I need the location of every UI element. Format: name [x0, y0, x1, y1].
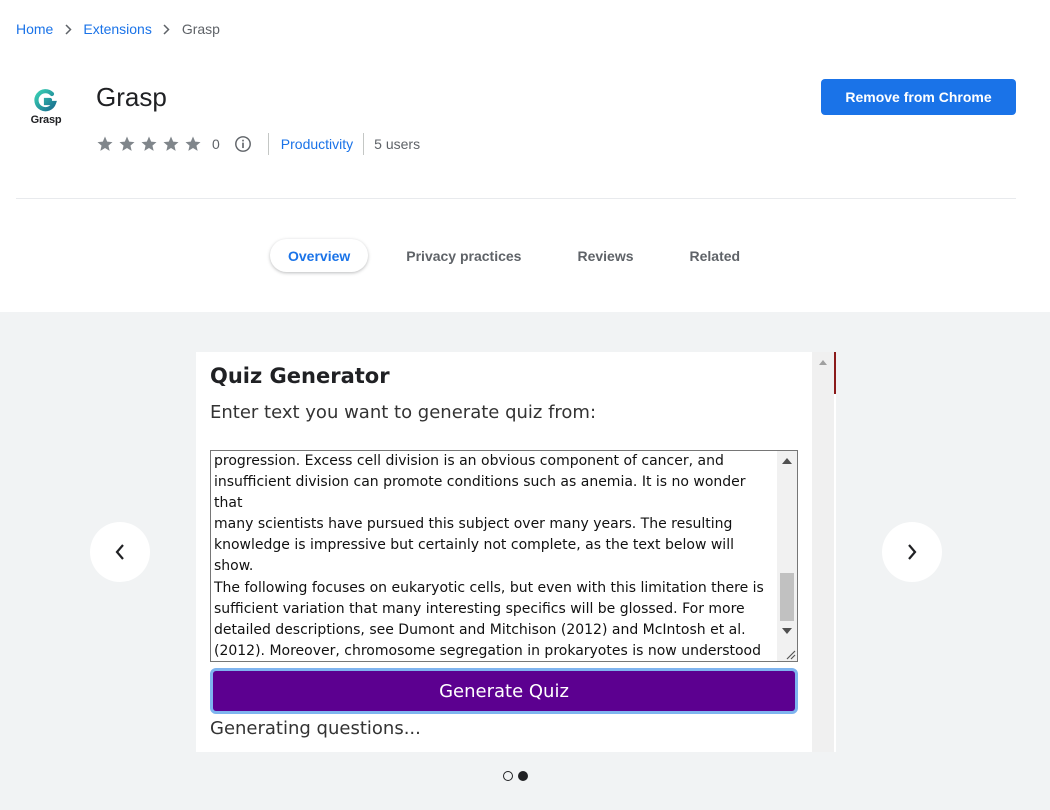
- popup-edge: [834, 352, 836, 394]
- quiz-subtitle: Enter text you want to generate quiz fro…: [210, 402, 597, 423]
- carousel-dot[interactable]: [503, 771, 513, 781]
- next-slide-button[interactable]: [882, 522, 942, 582]
- meta-divider: [363, 133, 365, 155]
- star-icon: [141, 136, 157, 151]
- textarea-line: many scientists have pursued this subjec…: [214, 516, 733, 533]
- rating-count: 0: [212, 136, 220, 152]
- carousel-dot-active[interactable]: [518, 771, 528, 781]
- meta-divider: [267, 133, 269, 155]
- resize-handle-icon[interactable]: [784, 648, 796, 660]
- info-icon[interactable]: [234, 135, 252, 153]
- tab-reviews[interactable]: Reviews: [559, 239, 651, 272]
- chevron-right-icon: [63, 22, 73, 36]
- carousel-indicators: [503, 771, 528, 781]
- chevron-left-icon: [115, 544, 124, 560]
- header-divider: [16, 198, 1016, 199]
- category-link[interactable]: Productivity: [281, 136, 353, 152]
- tab-bar: Overview Privacy practices Reviews Relat…: [270, 239, 758, 272]
- user-count: 5 users: [374, 136, 421, 152]
- textarea-line: knowledge is impressive but certainly no…: [214, 537, 734, 575]
- tab-related[interactable]: Related: [672, 239, 759, 272]
- screenshot-slide: Quiz Generator Enter text you want to ge…: [196, 352, 836, 752]
- breadcrumb-current: Grasp: [181, 21, 220, 37]
- scroll-up-arrow-icon: [819, 360, 827, 365]
- textarea-line: (2012). Moreover, chromosome segregation…: [214, 642, 761, 659]
- star-icon: [185, 136, 201, 151]
- scroll-down-arrow-icon: [782, 628, 792, 634]
- star-icon: [163, 136, 179, 151]
- textarea-line: detailed descriptions, see Dumont and Mi…: [214, 621, 746, 638]
- star-icon: [119, 136, 135, 151]
- previous-slide-button[interactable]: [90, 522, 150, 582]
- chevron-right-icon: [908, 544, 917, 560]
- extension-logo: Grasp: [26, 88, 66, 130]
- screenshot-gallery: Quiz Generator Enter text you want to ge…: [0, 312, 1050, 810]
- textarea-scrollbar[interactable]: [777, 451, 797, 661]
- remove-from-chrome-button[interactable]: Remove from Chrome: [821, 79, 1016, 115]
- scrollbar-thumb[interactable]: [780, 573, 794, 621]
- textarea-line: insufficient division can promote condit…: [214, 474, 746, 512]
- quiz-text-input[interactable]: progression. Excess cell division is an …: [210, 450, 798, 662]
- extension-meta: 0 Productivity 5 users: [96, 133, 420, 155]
- star-icon: [97, 136, 113, 151]
- chevron-right-icon: [162, 22, 172, 36]
- scroll-up-arrow-icon: [782, 458, 792, 464]
- generate-quiz-button[interactable]: Generate Quiz: [210, 668, 798, 714]
- textarea-line: progression. Excess cell division is an …: [214, 453, 724, 469]
- breadcrumb-extensions-link[interactable]: Extensions: [83, 21, 151, 37]
- popup-scrollbar[interactable]: [812, 352, 834, 752]
- grasp-logo-icon: [34, 89, 57, 112]
- quiz-text-content: progression. Excess cell division is an …: [214, 451, 774, 661]
- rating-stars: [96, 135, 202, 153]
- logo-text: Grasp: [30, 114, 62, 126]
- textarea-line: sufficient variation that many interesti…: [214, 600, 745, 617]
- breadcrumb-home-link[interactable]: Home: [16, 21, 53, 37]
- tab-overview[interactable]: Overview: [270, 239, 369, 272]
- extension-title: Grasp: [96, 82, 167, 112]
- generation-status: Generating questions...: [210, 718, 421, 739]
- tab-privacy-practices[interactable]: Privacy practices: [388, 239, 539, 272]
- quiz-title: Quiz Generator: [210, 364, 390, 388]
- textarea-line: The following focuses on eukaryotic cell…: [214, 579, 764, 596]
- breadcrumb: Home Extensions Grasp: [16, 19, 220, 39]
